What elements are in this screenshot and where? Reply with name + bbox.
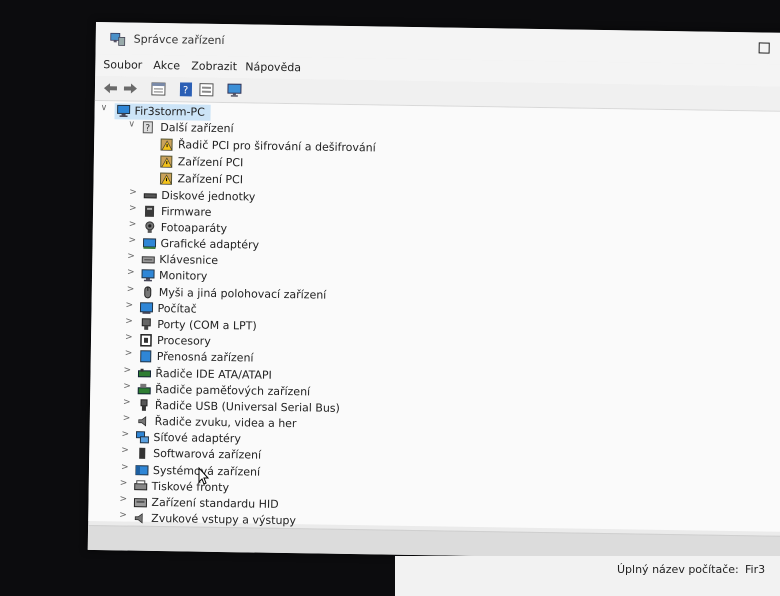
usb-icon [137, 399, 151, 412]
audio-io-icon [133, 512, 147, 525]
chevron-down-icon[interactable]: ∨ [128, 120, 138, 130]
category-label: Softwarová zařízení [153, 447, 261, 462]
chevron-right-icon[interactable]: > [125, 300, 135, 310]
chevron-right-icon[interactable]: > [121, 445, 131, 455]
chevron-right-icon[interactable]: > [128, 236, 138, 246]
computer-icon [139, 302, 153, 315]
chevron-right-icon[interactable]: > [129, 188, 139, 198]
menu-action[interactable]: Akce [153, 59, 180, 72]
device-label: Řadič PCI pro šifrování a dešifrování [178, 138, 376, 154]
forward-arrow-icon[interactable] [123, 81, 138, 95]
category-label: Grafické adaptéry [160, 237, 259, 252]
port-icon [139, 318, 153, 331]
monitor-icon [141, 269, 155, 282]
svg-text:?: ? [145, 124, 150, 134]
chevron-right-icon[interactable]: > [121, 462, 131, 472]
tree-root[interactable]: ∨ Fir3storm-PC [114, 103, 210, 121]
ide-controller-icon [137, 367, 151, 380]
network-adapter-icon [135, 431, 149, 444]
category-label: Tiskové fronty [152, 480, 230, 494]
window-title: Správce zařízení [134, 33, 225, 47]
category-label: Diskové jednotky [161, 189, 255, 203]
chevron-right-icon[interactable]: > [120, 478, 130, 488]
category-label: Zařízení standardu HID [151, 496, 278, 511]
category-label: Řadiče USB (Universal Serial Bus) [155, 399, 340, 415]
category-label: Porty (COM a LPT) [157, 318, 257, 333]
category-label: Firmware [161, 205, 212, 219]
category-label: Zvukové vstupy a výstupy [151, 512, 296, 527]
help-icon[interactable]: ? [179, 82, 194, 96]
properties-icon[interactable] [151, 82, 166, 96]
processor-icon [139, 334, 153, 347]
mouse-cursor-icon [198, 467, 210, 485]
sound-icon [137, 415, 151, 428]
maximize-button[interactable] [759, 42, 770, 53]
details-view-icon[interactable] [199, 83, 214, 97]
chevron-right-icon[interactable]: > [125, 316, 135, 326]
printer-icon [134, 480, 148, 493]
category-label: Fotoaparáty [161, 221, 227, 235]
display-adapter-icon [142, 237, 156, 250]
chevron-right-icon[interactable]: > [127, 252, 137, 262]
chevron-down-icon[interactable]: ∨ [101, 103, 111, 113]
chevron-right-icon[interactable]: > [123, 397, 133, 407]
category-label: Další zařízení [160, 121, 233, 135]
tree-root-label: Fir3storm-PC [135, 105, 205, 119]
category-label: Přenosná zařízení [157, 350, 254, 365]
software-device-icon [135, 447, 149, 460]
category-label: Procesory [157, 334, 211, 348]
menu-file[interactable]: Soubor [103, 58, 142, 72]
camera-icon [143, 221, 157, 234]
device-tree[interactable]: ∨ Fir3storm-PC ∨ ? Další zařízení Řadič … [88, 101, 780, 532]
chevron-right-icon[interactable]: > [119, 494, 129, 504]
device-manager-window: Správce zařízení Soubor Akce Zobrazit Ná… [88, 22, 780, 561]
category-label: Řadiče paměťových zařízení [155, 383, 310, 398]
storage-controller-icon [137, 383, 151, 396]
chevron-right-icon[interactable]: > [119, 510, 129, 520]
device-label: Zařízení PCI [177, 172, 243, 186]
mouse-icon [141, 286, 155, 299]
keyboard-icon [141, 253, 155, 266]
category-label: Monitory [159, 269, 208, 283]
chevron-right-icon[interactable]: > [123, 381, 133, 391]
category-label: Počítač [157, 302, 196, 316]
svg-text:?: ? [183, 85, 188, 96]
full-computer-name-label: Úplný název počítače: [617, 563, 739, 576]
category-label: Řadiče zvuku, videa a her [155, 415, 297, 430]
disk-drive-icon [143, 189, 157, 202]
chevron-right-icon[interactable]: > [125, 348, 135, 358]
system-device-icon [135, 464, 149, 477]
device-manager-app-icon [110, 30, 126, 46]
chevron-right-icon[interactable]: > [125, 332, 135, 342]
chevron-right-icon[interactable]: > [127, 268, 137, 278]
chevron-right-icon[interactable]: > [123, 365, 133, 375]
computer-info-panel: Úplný název počítače: Fir3 [395, 556, 780, 596]
firmware-icon [143, 205, 157, 218]
warning-device-icon [159, 172, 173, 185]
menu-view[interactable]: Zobrazit [191, 60, 237, 74]
warning-device-icon [160, 155, 174, 168]
category-label: Řadiče IDE ATA/ATAPI [155, 367, 272, 382]
hid-icon [133, 496, 147, 509]
menu-help[interactable]: Nápověda [245, 60, 301, 74]
warning-device-icon [160, 138, 174, 151]
chevron-right-icon[interactable]: > [127, 285, 137, 295]
chevron-right-icon[interactable]: > [123, 413, 133, 423]
full-computer-name-value: Fir3 [745, 563, 765, 576]
category-label: Síťové adaptéry [153, 431, 241, 445]
category-label: Myši a jiná polohovací zařízení [159, 286, 327, 302]
unknown-device-icon: ? [142, 121, 156, 134]
monitor-scan-icon[interactable] [227, 83, 242, 97]
chevron-right-icon[interactable]: > [129, 220, 139, 230]
chevron-right-icon[interactable]: > [121, 429, 131, 439]
chevron-right-icon[interactable]: > [129, 204, 139, 214]
device-label: Zařízení PCI [178, 155, 244, 169]
back-arrow-icon[interactable] [103, 81, 118, 95]
computer-icon [117, 104, 131, 117]
category-label: Klávesnice [159, 253, 218, 267]
portable-device-icon [139, 350, 153, 363]
